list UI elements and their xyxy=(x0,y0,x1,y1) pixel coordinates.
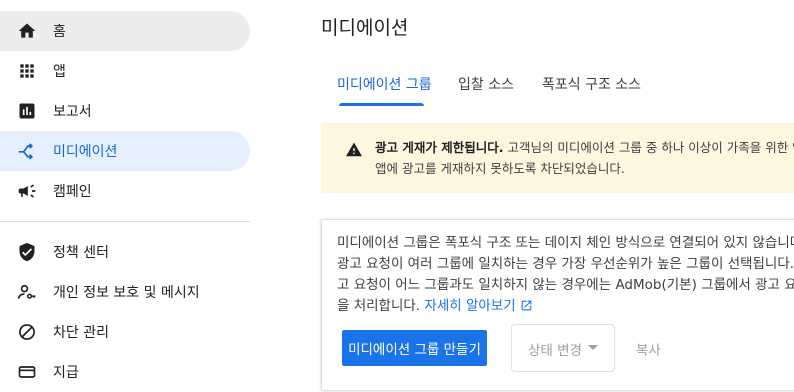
warning-text: 광고 게재가 제한됩니다. 고객님의 미디에이션 그룹 중 하나 이상이 가족을… xyxy=(375,137,794,179)
sidebar-item-label: 차단 관리 xyxy=(53,325,109,341)
person-key-icon xyxy=(17,284,36,299)
sidebar-item-label: 보고서 xyxy=(53,104,92,120)
sidebar-item-apps[interactable]: 앱 xyxy=(0,51,250,91)
sidebar-item-campaigns[interactable]: 캠페인 xyxy=(0,171,250,211)
sidebar-item-label: 정책 센터 xyxy=(53,245,109,261)
payments-icon xyxy=(18,366,36,378)
shield-check-icon xyxy=(19,242,35,262)
sidebar-item-home[interactable]: 홈 xyxy=(0,11,250,51)
sidebar: 홈 앱 보고서 미디에이션 캠페인 정책 센터 개인 정보 보호 및 메시지 차… xyxy=(0,0,260,381)
description-line: 을 처리합니다. xyxy=(337,298,421,314)
page-title: 미디에이션 xyxy=(321,17,409,39)
tab-waterfall-sources[interactable]: 폭포식 구조 소스 xyxy=(542,74,641,94)
sidebar-item-mediation[interactable]: 미디에이션 xyxy=(0,131,250,171)
sidebar-item-label: 홈 xyxy=(53,24,66,40)
mediation-icon xyxy=(18,143,33,160)
tab-bidding-sources[interactable]: 입찰 소스 xyxy=(458,74,514,94)
main-content: 미디에이션 미디에이션 그룹 입찰 소스 폭포식 구조 소스 광고 게재가 제한… xyxy=(260,0,794,390)
open-in-new-icon xyxy=(521,300,532,311)
home-icon xyxy=(18,23,36,38)
tab-mediation-groups[interactable]: 미디에이션 그룹 xyxy=(337,74,432,94)
warning-line-1: 고객님의 미디에이션 그룹 중 하나 이상이 가족을 위한 앱 xyxy=(507,140,794,155)
block-icon xyxy=(19,324,35,340)
megaphone-icon xyxy=(18,184,36,198)
sidebar-divider xyxy=(0,221,250,222)
create-mediation-group-button[interactable]: 미디에이션 그룹 만들기 xyxy=(342,330,487,366)
description-line: 미디에이션 그룹은 폭포식 구조 또는 데이지 체인 방식으로 연결되어 있지 … xyxy=(337,235,794,251)
sidebar-item-payments[interactable]: 지급 xyxy=(0,352,250,392)
learn-more-link[interactable]: 자세히 알아보기 xyxy=(424,298,532,314)
sidebar-item-blocking-controls[interactable]: 차단 관리 xyxy=(0,312,250,352)
sidebar-item-label: 앱 xyxy=(53,64,66,80)
copy-button[interactable]: 복사 xyxy=(636,339,661,359)
sidebar-item-label: 미디에이션 xyxy=(53,144,118,160)
card-description: 미디에이션 그룹은 폭포식 구조 또는 데이지 체인 방식으로 연결되어 있지 … xyxy=(337,233,794,317)
change-status-dropdown[interactable]: 상태 변경 xyxy=(511,324,615,372)
sidebar-item-label: 캠페인 xyxy=(53,184,92,200)
warning-icon xyxy=(346,142,362,157)
sidebar-item-reports[interactable]: 보고서 xyxy=(0,91,250,131)
apps-grid-icon xyxy=(20,64,34,78)
warning-banner: 광고 게재가 제한됩니다. 고객님의 미디에이션 그룹 중 하나 이상이 가족을… xyxy=(321,123,794,193)
warning-title: 광고 게재가 제한됩니다. xyxy=(375,140,504,155)
bar-chart-icon xyxy=(19,103,35,119)
mediation-groups-card: 미디에이션 그룹은 폭포식 구조 또는 데이지 체인 방식으로 연결되어 있지 … xyxy=(321,219,794,390)
description-line: 고 요청이 어느 그룹과도 일치하지 않는 경우에는 AdMob(기본) 그룹에… xyxy=(337,277,794,293)
sidebar-item-label: 지급 xyxy=(53,365,79,381)
dropdown-arrow-icon xyxy=(588,345,598,350)
sidebar-item-policy-center[interactable]: 정책 센터 xyxy=(0,232,250,272)
warning-line-2: 앱에 광고를 게재하지 못하도록 차단되었습니다. xyxy=(375,161,625,176)
change-status-label: 상태 변경 xyxy=(528,343,582,359)
active-tab-indicator xyxy=(339,103,424,106)
sidebar-item-privacy-messaging[interactable]: 개인 정보 보호 및 메시지 xyxy=(0,272,250,312)
description-line: 광고 요청이 여러 그룹에 일치하는 경우 가장 우선순위가 높은 그룹이 선택… xyxy=(337,256,794,272)
sidebar-item-label: 개인 정보 보호 및 메시지 xyxy=(53,285,200,301)
